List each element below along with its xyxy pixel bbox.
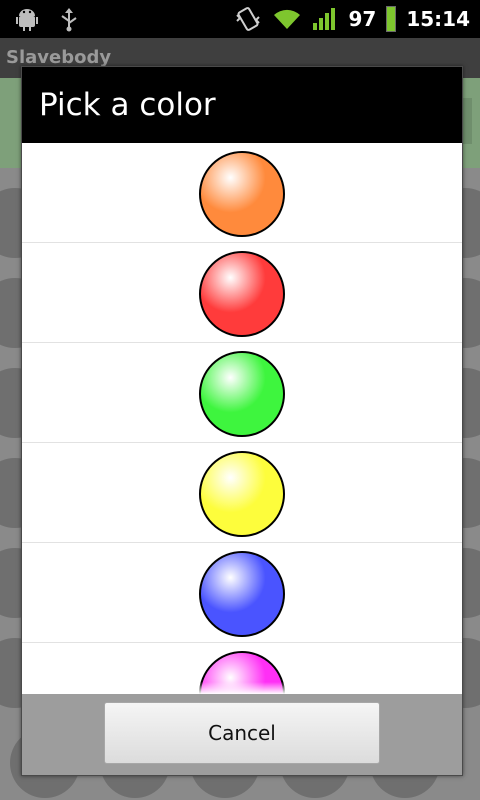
yellow-ball-icon [199, 451, 285, 537]
clock: 15:14 [406, 7, 470, 31]
wifi-icon [274, 9, 301, 29]
dialog-title-bar: Pick a color [22, 67, 462, 143]
notification-icons [14, 6, 80, 32]
color-item-green[interactable] [22, 343, 462, 443]
color-item-red[interactable] [22, 243, 462, 343]
cancel-button[interactable]: Cancel [104, 702, 380, 764]
android-debug-icon [16, 9, 38, 31]
color-item-orange[interactable] [22, 143, 462, 243]
blue-ball-icon [199, 551, 285, 637]
green-ball-icon [199, 351, 285, 437]
dialog-title: Pick a color [39, 87, 216, 123]
red-ball-icon [199, 251, 285, 337]
battery-icon [386, 6, 397, 32]
color-item-yellow[interactable] [22, 443, 462, 543]
usb-icon [61, 8, 77, 32]
dialog-footer: Cancel [22, 694, 462, 775]
system-icons: 97 15:14 [234, 0, 470, 38]
signal-icon [313, 8, 336, 30]
battery-level: 97 [348, 7, 377, 31]
status-bar: 97 15:14 [0, 0, 480, 38]
list-fade [22, 682, 462, 694]
color-list[interactable] [22, 143, 462, 694]
vibrate-icon [236, 7, 261, 31]
color-picker-dialog: Pick a color Cancel [21, 66, 463, 776]
color-item-blue[interactable] [22, 543, 462, 643]
orange-ball-icon [199, 151, 285, 237]
